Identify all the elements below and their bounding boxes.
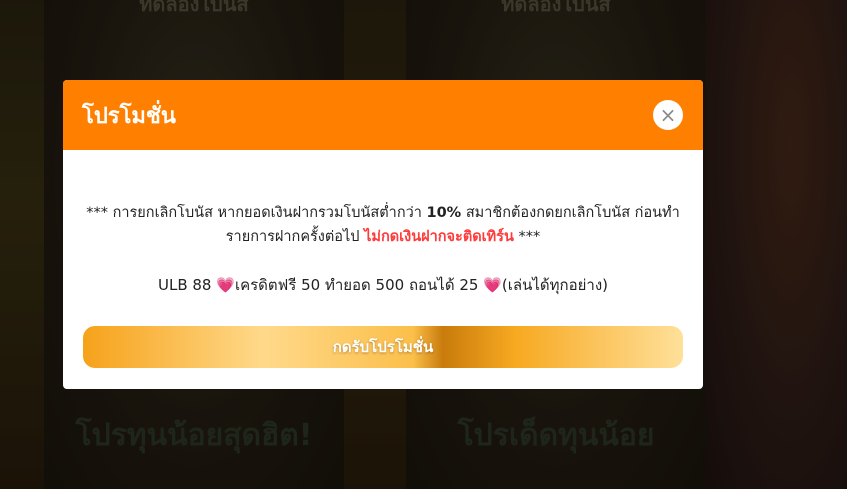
offer-code: ULB 88 (157, 276, 212, 294)
modal-body: *** การยกเลิกโบนัส หากยอดเงินฝากรวมโบนัส… (63, 201, 703, 368)
bonus-terms-text: *** การยกเลิกโบนัส หากยอดเงินฝากรวมโบนัส… (83, 201, 683, 249)
close-icon: × (659, 103, 677, 127)
terms-prefix: *** การยกเลิกโบนัส หากยอดเงินฝากรวมโบนัส… (86, 205, 427, 221)
heart-icon: 💗 (216, 276, 235, 294)
promotion-modal: โปรโมชั่น × *** การยกเลิกโบนัส หากยอดเงิ… (63, 80, 703, 389)
heart-icon: 💗 (483, 276, 502, 294)
modal-title: โปรโมชั่น (82, 103, 176, 129)
modal-header: โปรโมชั่น × (63, 80, 703, 150)
terms-threshold: 10% (426, 205, 462, 221)
terms-suffix: *** (513, 229, 541, 245)
promotion-offer: ULB 88 💗เครดิตฟรี 50 ทำยอด 500 ถอนได้ 25… (83, 273, 683, 297)
offer-note: (เล่นได้ทุกอย่าง) (501, 276, 608, 294)
offer-details: เครดิตฟรี 50 ทำยอด 500 ถอนได้ 25 (234, 276, 479, 294)
claim-promotion-button[interactable]: กดรับโปรโมชั่น (83, 326, 683, 368)
close-button[interactable]: × (653, 100, 683, 130)
terms-warning: ไม่กดเงินฝากจะติดเทิร์น (364, 229, 514, 245)
